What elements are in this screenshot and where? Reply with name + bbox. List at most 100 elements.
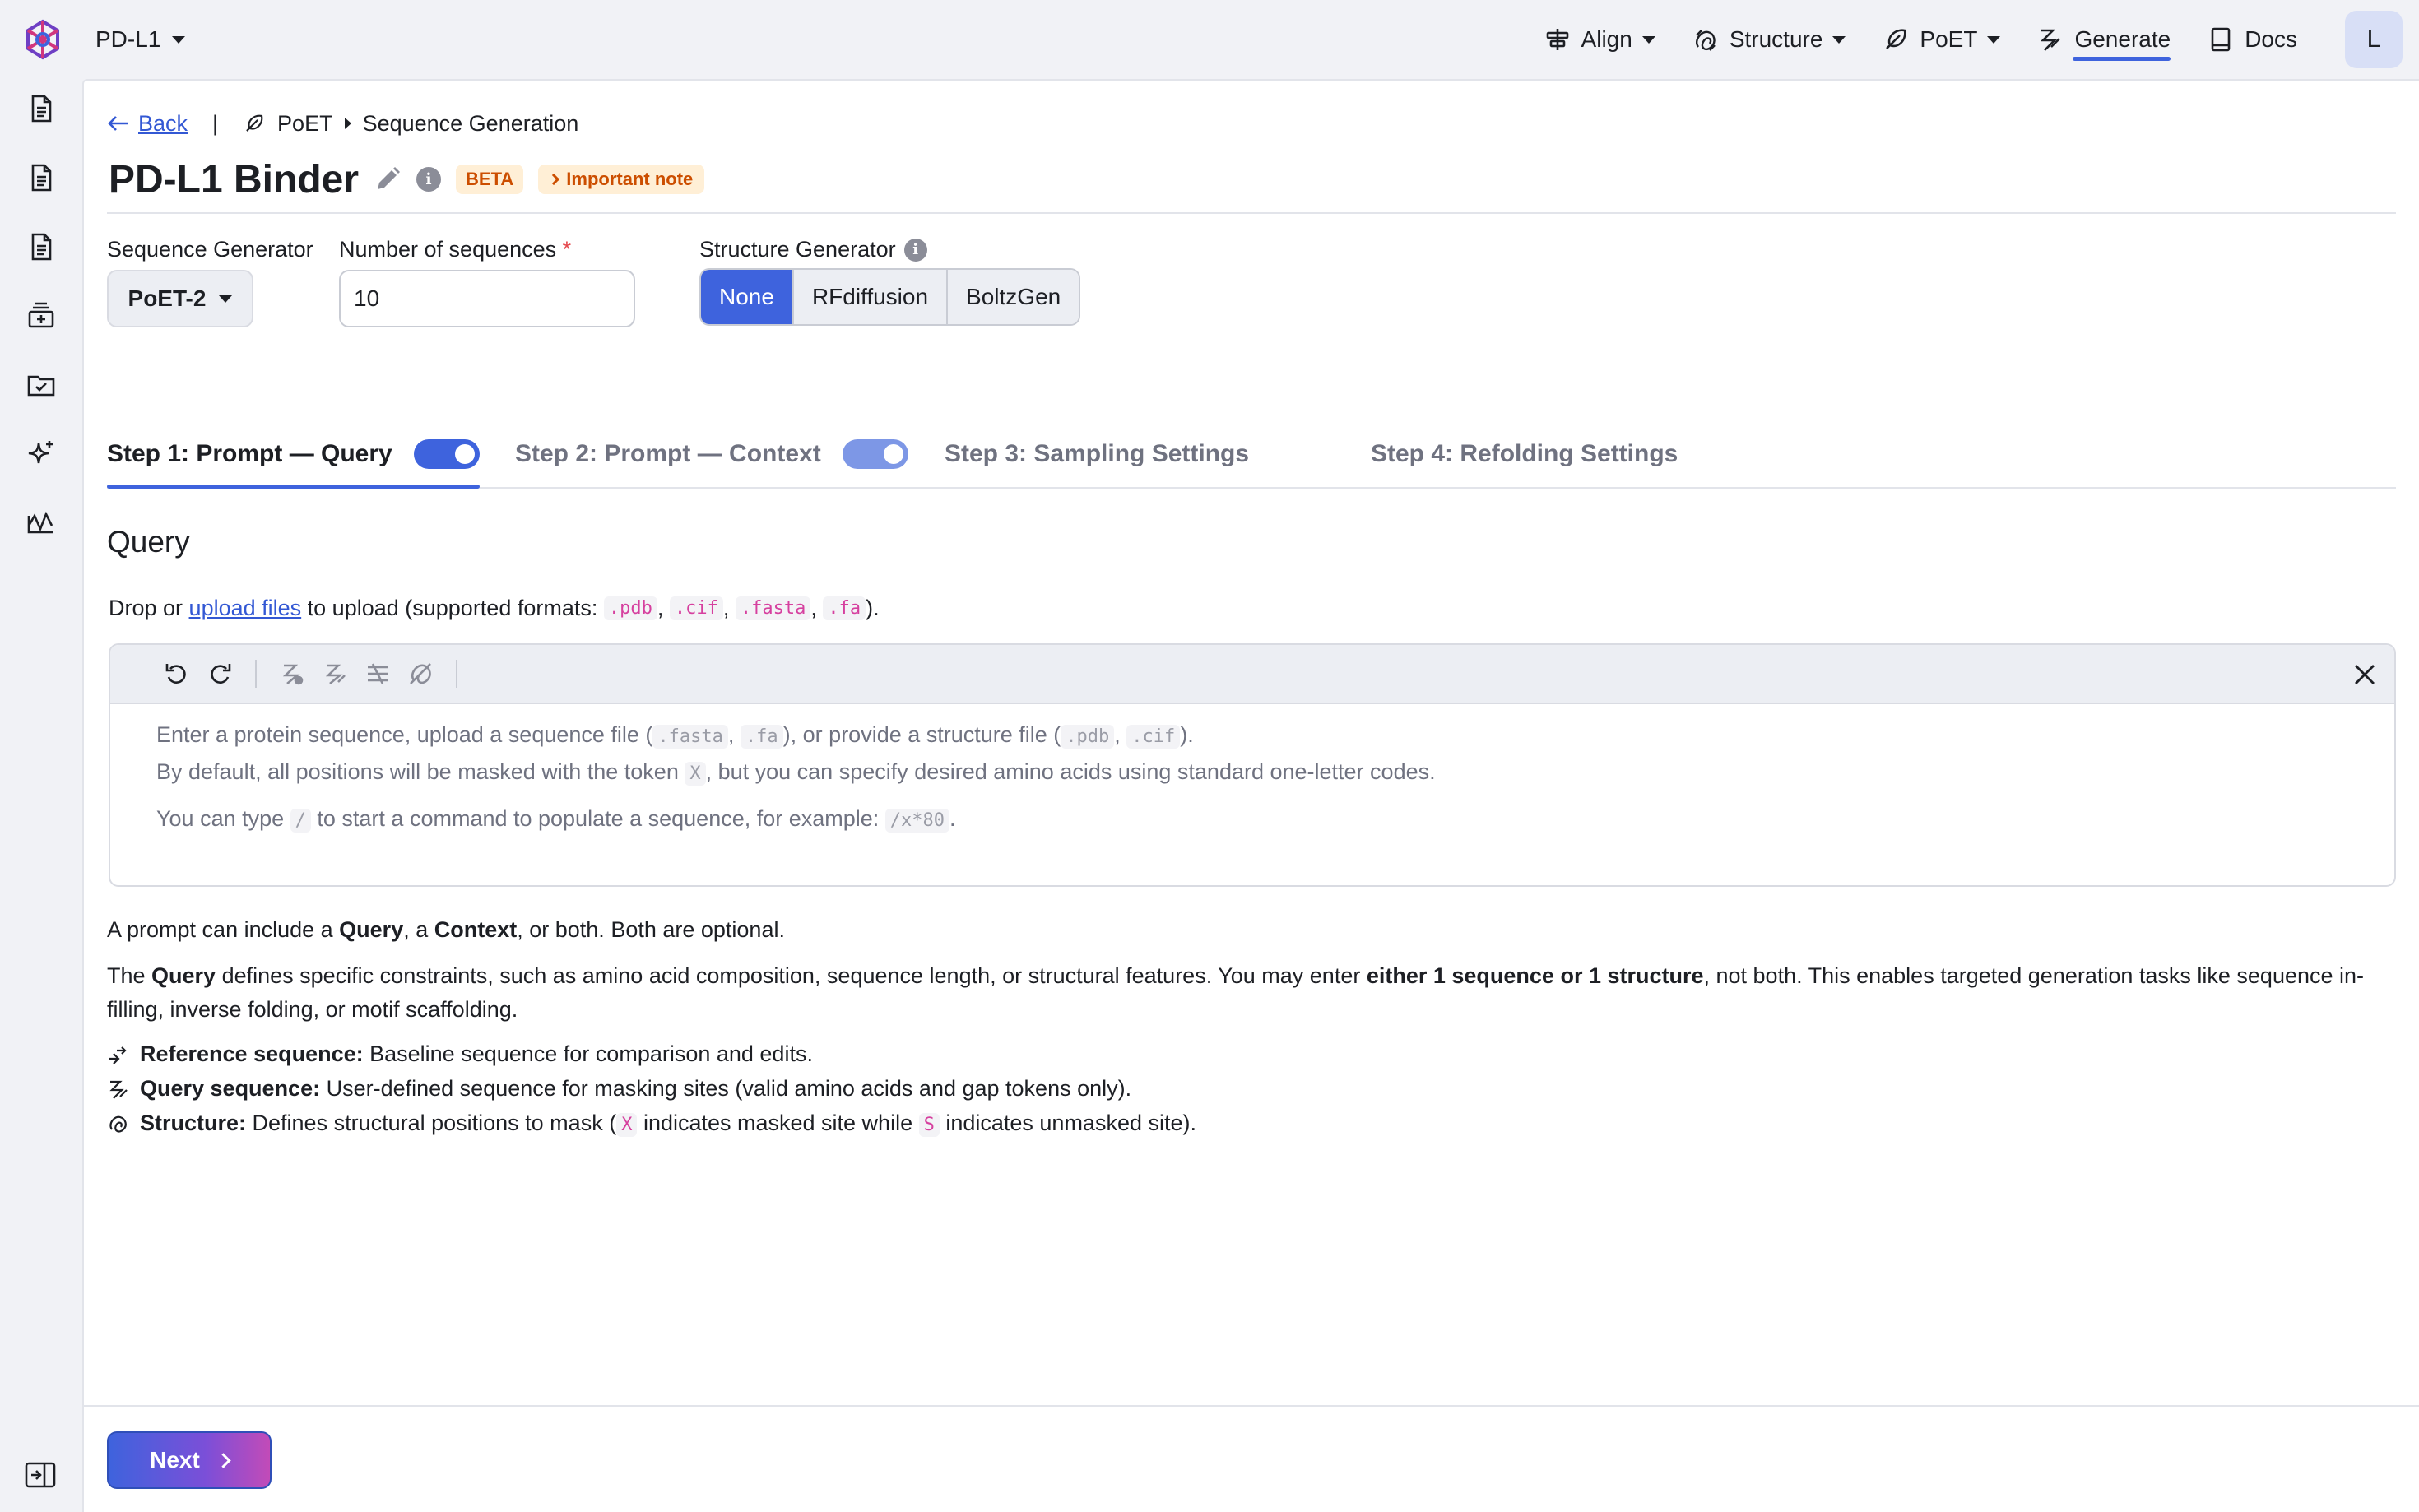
legend-term: Reference sequence:: [140, 1041, 364, 1066]
structure-option-none[interactable]: None: [701, 270, 794, 324]
format-cif: .cif: [669, 596, 723, 620]
sidebar-item-document-2[interactable]: [23, 160, 59, 196]
info-icon[interactable]: i: [903, 238, 927, 262]
generate-icon: [2041, 29, 2061, 51]
nav-docs-label: Docs: [2245, 26, 2297, 52]
format-pdb: .pdb: [1061, 725, 1115, 749]
sidebar-collapse-icon[interactable]: [23, 1458, 58, 1492]
sidebar-item-folder[interactable]: [23, 367, 59, 403]
sidebar-item-document-1[interactable]: [23, 90, 59, 127]
nav-poet[interactable]: PoET: [1864, 0, 2018, 79]
sparkle-icon: [28, 441, 53, 464]
sidebar-item-document-3[interactable]: [23, 229, 59, 265]
format-cif: .cif: [1126, 725, 1181, 749]
placeholder-line-1: Enter a protein sequence, upload a seque…: [156, 722, 1194, 749]
tab-step-4[interactable]: Step 4: Refolding Settings: [1371, 421, 1678, 487]
redo-icon: [211, 664, 231, 684]
chevron-down-icon: [1832, 35, 1846, 44]
next-button[interactable]: Next: [107, 1431, 272, 1489]
project-selector[interactable]: PD-L1: [95, 23, 186, 56]
structure-mask-button[interactable]: [406, 660, 434, 688]
sidebar-item-dataset[interactable]: [23, 298, 59, 334]
structure-icon: [109, 1115, 127, 1133]
header-divider: [107, 212, 2396, 214]
undo-button[interactable]: [163, 660, 191, 688]
align-icon: [1546, 29, 1568, 50]
format-fa: .fa: [823, 596, 866, 620]
reference-icon: [109, 1046, 127, 1064]
app-logo-icon[interactable]: [21, 18, 64, 61]
required-asterisk: *: [562, 237, 572, 262]
format-fasta: .fasta: [735, 596, 811, 620]
next-label: Next: [150, 1447, 200, 1473]
folder-check-icon: [27, 375, 55, 397]
tab-step-1[interactable]: Step 1: Prompt — Query: [107, 421, 480, 489]
command-example: /x*80: [884, 809, 950, 833]
close-icon[interactable]: [2350, 660, 2380, 689]
structure-option-boltzgen[interactable]: BoltzGen: [948, 270, 1079, 324]
query-icon: [109, 1080, 128, 1099]
top-nav: Align Structure PoET Generate Docs L: [1525, 0, 2419, 79]
alignment-button[interactable]: [364, 660, 392, 688]
document-icon: [31, 95, 52, 123]
chevron-right-icon: [216, 1452, 231, 1468]
chevron-right-icon: [344, 118, 351, 129]
num-sequences-input[interactable]: [339, 270, 635, 327]
sidebar: [0, 79, 82, 1512]
page-title: PD-L1 Binder: [109, 157, 360, 202]
sidebar-item-analytics[interactable]: [23, 505, 59, 541]
query-sequence-button[interactable]: [321, 660, 349, 688]
legend-term: Structure:: [140, 1111, 247, 1135]
tab-step-3[interactable]: Step 3: Sampling Settings: [945, 421, 1249, 487]
project-name: PD-L1: [95, 26, 161, 52]
arrow-left-icon: [108, 116, 128, 131]
nav-align-label: Align: [1581, 26, 1632, 52]
structure-icon: [410, 663, 431, 684]
unmasked-token: S: [918, 1113, 940, 1137]
upload-text: Drop or: [109, 596, 189, 620]
nav-generate-label: Generate: [2074, 26, 2171, 52]
chevron-down-icon: [1641, 35, 1655, 44]
query-section-title: Query: [107, 525, 190, 559]
nav-structure-label: Structure: [1729, 26, 1823, 52]
nav-align[interactable]: Align: [1525, 0, 1674, 79]
step-1-toggle[interactable]: [413, 439, 480, 469]
nav-generate[interactable]: Generate: [2018, 0, 2189, 79]
format-fasta: .fasta: [652, 725, 728, 749]
reference-sequence-button[interactable]: [278, 660, 306, 688]
main-panel: Back | PoET Sequence Generation PD-L1 Bi…: [82, 79, 2419, 1512]
toolbar-divider: [255, 660, 257, 688]
back-link[interactable]: Back: [107, 111, 188, 137]
sequence-generator-select[interactable]: PoET-2: [107, 270, 253, 327]
reference-icon: [282, 664, 304, 685]
structure-generator-segmented: None RFdiffusion BoltzGen: [699, 268, 1081, 326]
legend-text: User-defined sequence for masking sites …: [320, 1076, 1132, 1101]
user-avatar[interactable]: L: [2345, 11, 2403, 68]
structure-option-rfdiffusion[interactable]: RFdiffusion: [793, 270, 949, 324]
tab-step-2[interactable]: Step 2: Prompt — Context: [515, 421, 908, 487]
important-note-toggle[interactable]: Important note: [538, 165, 705, 194]
important-note-label: Important note: [566, 169, 694, 189]
chevron-down-icon: [219, 295, 233, 303]
nav-structure[interactable]: Structure: [1674, 0, 1864, 79]
info-icon[interactable]: i: [416, 167, 442, 192]
redo-button[interactable]: [206, 660, 234, 688]
structure-icon: [1695, 30, 1716, 51]
num-sequences-label-text: Number of sequences: [339, 237, 557, 262]
command-slash: /: [290, 809, 311, 833]
legend-reference: Reference sequence: Baseline sequence fo…: [107, 1041, 813, 1067]
sequence-generator-label: Sequence Generator: [107, 237, 313, 262]
dataset-icon: [28, 302, 54, 328]
legend-text: Baseline sequence for comparison and edi…: [363, 1041, 813, 1066]
sidebar-item-ai[interactable]: [23, 436, 59, 472]
query-editor[interactable]: Enter a protein sequence, upload a seque…: [109, 643, 2396, 887]
upload-files-link[interactable]: upload files: [189, 596, 302, 621]
title-row: PD-L1 Binder i BETA Important note: [109, 153, 705, 206]
breadcrumb: Back | PoET Sequence Generation: [107, 107, 578, 140]
edit-pencil-icon[interactable]: [374, 165, 402, 193]
step-2-toggle[interactable]: [842, 439, 908, 469]
document-icon: [31, 233, 52, 261]
placeholder-line-2: By default, all positions will be masked…: [156, 759, 1436, 786]
nav-docs[interactable]: Docs: [2189, 0, 2315, 79]
breadcrumb-section[interactable]: PoET: [277, 111, 333, 137]
